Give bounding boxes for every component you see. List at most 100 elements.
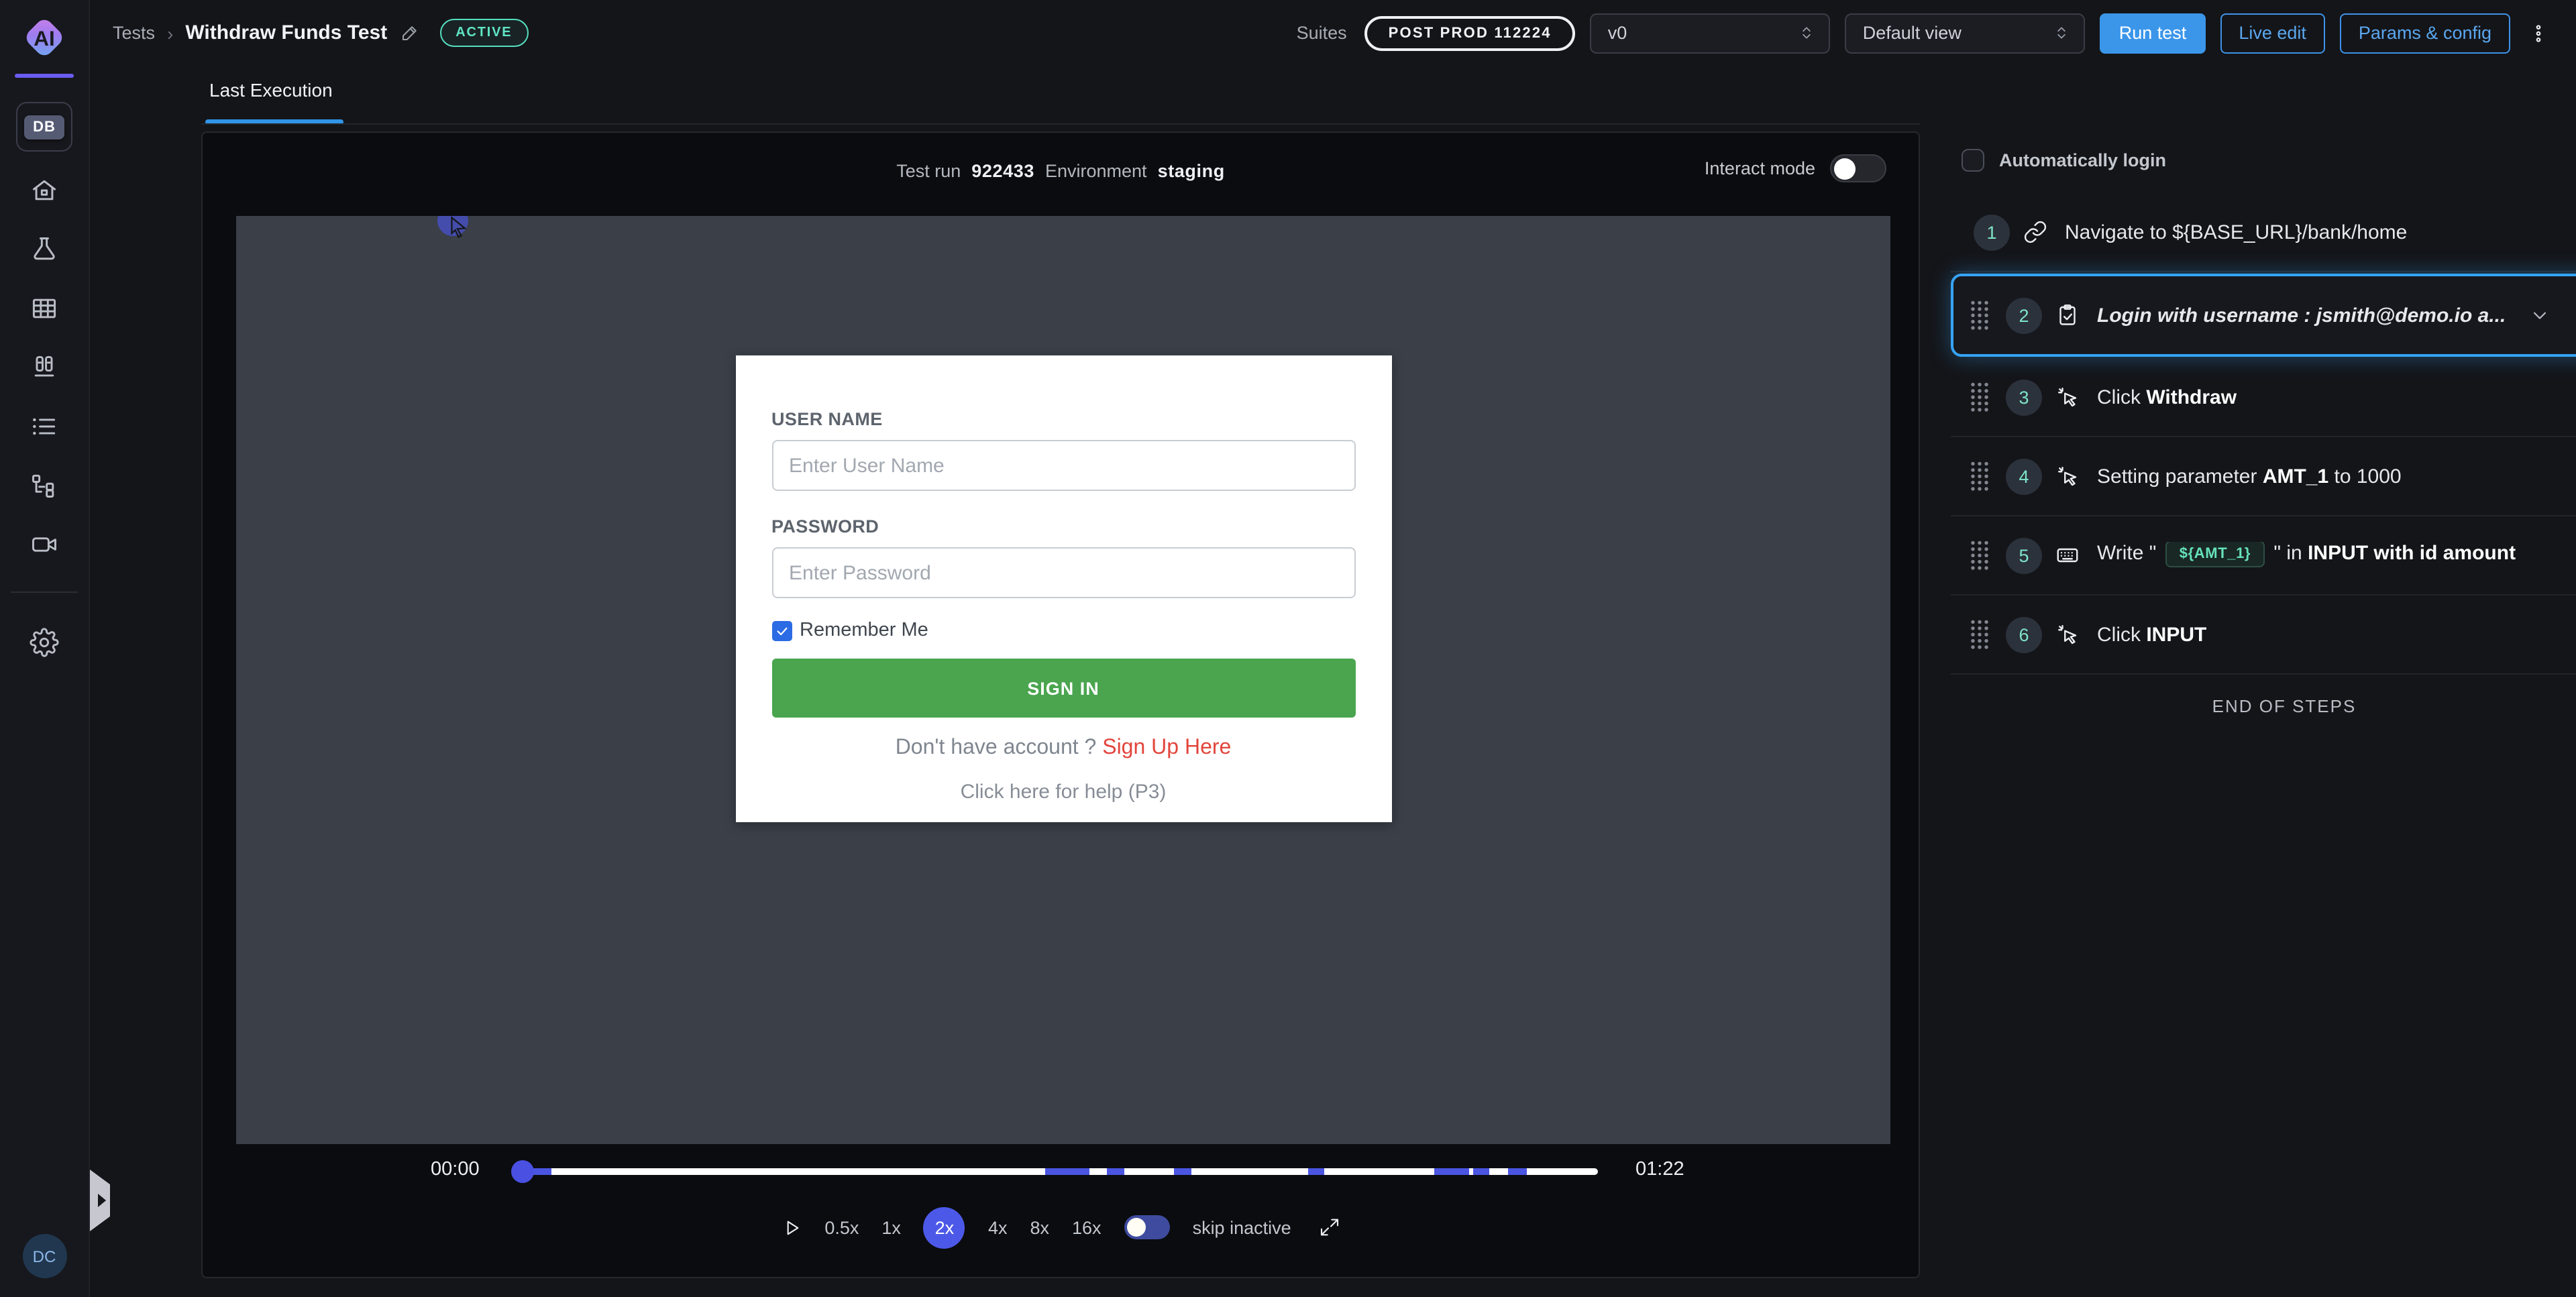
edit-title-pencil-icon[interactable] bbox=[399, 23, 419, 43]
toggle-knob bbox=[1127, 1218, 1146, 1237]
svg-text:AI: AI bbox=[34, 26, 55, 50]
list-icon bbox=[30, 425, 59, 445]
execution-player: Test run 922433 Environment staging Inte… bbox=[201, 131, 1920, 1278]
fullscreen-icon[interactable] bbox=[1320, 1217, 1341, 1238]
keyboard-icon bbox=[2055, 543, 2080, 567]
remember-me-checkbox[interactable] bbox=[771, 620, 792, 640]
step-number: 5 bbox=[2006, 537, 2042, 573]
automatically-login-checkbox[interactable] bbox=[1962, 148, 1984, 171]
step-text: Login with username : jsmith@demo.io a..… bbox=[2097, 304, 2506, 327]
step-number: 2 bbox=[2006, 297, 2042, 333]
activity-segment bbox=[1434, 1168, 1469, 1175]
skip-inactive-label: skip inactive bbox=[1193, 1217, 1291, 1237]
scrubber-track[interactable] bbox=[515, 1168, 1598, 1175]
activity-segment bbox=[1046, 1168, 1089, 1175]
speed-option-16x[interactable]: 16x bbox=[1072, 1217, 1102, 1237]
view-select[interactable]: Default view bbox=[1845, 13, 2086, 53]
password-label: PASSWORD bbox=[771, 516, 1355, 537]
step-row[interactable]: 4 Setting parameter AMT_1 to 1000 bbox=[1951, 437, 2576, 516]
updown-chevron-icon bbox=[2053, 24, 2071, 42]
sidebar-item-home[interactable] bbox=[30, 176, 59, 205]
drag-handle-icon[interactable] bbox=[1968, 299, 1991, 331]
topbar-actions: Suites POST PROD 112224 v0 Default view … bbox=[1297, 13, 2549, 53]
interact-mode-control: Interact mode bbox=[1705, 154, 1886, 182]
bank-login-card: USER NAME PASSWORD Remember Me SIGN IN D… bbox=[735, 355, 1391, 822]
step-row[interactable]: 6 Click INPUT bbox=[1951, 596, 2576, 675]
steps-list: 1 Navigate to ${BASE_URL}/bank/home 2 Lo… bbox=[1951, 193, 2576, 675]
sidebar-item-results-list[interactable] bbox=[30, 412, 59, 441]
play-icon[interactable] bbox=[780, 1216, 802, 1239]
workspace-badge: DB bbox=[23, 115, 65, 139]
sign-up-link[interactable]: Sign Up Here bbox=[1102, 736, 1231, 759]
speed-option-8x[interactable]: 8x bbox=[1030, 1217, 1049, 1237]
sidebar-item-tests[interactable] bbox=[30, 235, 59, 264]
user-avatar[interactable]: DC bbox=[22, 1234, 66, 1278]
sidebar-item-recordings[interactable] bbox=[30, 530, 59, 559]
version-select-value: v0 bbox=[1608, 23, 1627, 43]
sidebar-item-flows[interactable] bbox=[30, 471, 59, 500]
steps-panel: Automatically login 1 Navigate to ${BASE… bbox=[1951, 131, 2576, 736]
page-title: Withdraw Funds Test bbox=[185, 21, 387, 44]
activity-segment bbox=[1508, 1168, 1526, 1175]
username-label: USER NAME bbox=[771, 409, 1355, 429]
gear-icon bbox=[30, 641, 59, 661]
step-row[interactable]: 2 Login with username : jsmith@demo.io a… bbox=[1951, 274, 2576, 357]
step-text: Write " ${AMT_1} " in INPUT with id amou… bbox=[2097, 542, 2516, 569]
breadcrumb-tests-link[interactable]: Tests bbox=[113, 23, 155, 43]
sidebar-item-suites[interactable] bbox=[30, 294, 59, 323]
scrubber-knob[interactable] bbox=[511, 1160, 534, 1183]
skip-inactive-toggle[interactable] bbox=[1124, 1215, 1170, 1239]
username-input[interactable] bbox=[771, 440, 1355, 491]
step-number: 3 bbox=[2006, 379, 2042, 415]
live-edit-button[interactable]: Live edit bbox=[2220, 13, 2325, 53]
more-options-kebab-icon[interactable] bbox=[2528, 21, 2549, 45]
params-config-button[interactable]: Params & config bbox=[2340, 13, 2510, 53]
time-total: 01:22 bbox=[1635, 1159, 1684, 1180]
step-row[interactable]: 5 Write " ${AMT_1} " in INPUT with id am… bbox=[1951, 516, 2576, 596]
cursor-click-icon bbox=[2055, 385, 2080, 409]
test-run-id: 922433 bbox=[971, 161, 1034, 181]
help-link[interactable]: Click here for help (P3) bbox=[771, 781, 1355, 803]
speed-option-2x[interactable]: 2x bbox=[924, 1206, 965, 1248]
interact-mode-label: Interact mode bbox=[1705, 158, 1815, 178]
step-text: Setting parameter AMT_1 to 1000 bbox=[2097, 465, 2402, 488]
app-logo-icon[interactable]: AI bbox=[20, 13, 68, 66]
drag-handle-icon[interactable] bbox=[1968, 539, 1991, 571]
remember-me-label: Remember Me bbox=[800, 620, 928, 641]
sign-in-button[interactable]: SIGN IN bbox=[771, 659, 1355, 718]
playback-controls: 0.5x 1x 2x 4x 8x 16x skip inactive bbox=[203, 1203, 1919, 1251]
step-row[interactable]: 3 Click Withdraw bbox=[1951, 358, 2576, 437]
drag-handle-icon[interactable] bbox=[1968, 381, 1991, 413]
password-input[interactable] bbox=[771, 547, 1355, 598]
drag-handle-icon[interactable] bbox=[1968, 618, 1991, 651]
recorded-cursor-icon bbox=[437, 216, 472, 245]
suite-pill-button[interactable]: POST PROD 112224 bbox=[1364, 15, 1576, 50]
speed-option-4x[interactable]: 4x bbox=[988, 1217, 1008, 1237]
step-text: Navigate to ${BASE_URL}/bank/home bbox=[2065, 221, 2407, 243]
collapse-arrow-icon bbox=[97, 1194, 105, 1207]
drag-handle-icon[interactable] bbox=[1968, 460, 1991, 492]
environment-label: Environment bbox=[1045, 161, 1147, 181]
sidebar-nav bbox=[30, 176, 59, 559]
tab-last-execution[interactable]: Last Execution bbox=[209, 79, 333, 101]
version-select[interactable]: v0 bbox=[1591, 13, 1831, 53]
video-camera-icon bbox=[30, 543, 59, 563]
activity-segment bbox=[1175, 1168, 1191, 1175]
speed-option-0.5x[interactable]: 0.5x bbox=[824, 1217, 859, 1237]
test-run-label: Test run bbox=[896, 161, 961, 181]
sidebar-item-settings[interactable] bbox=[30, 628, 59, 657]
chevron-down-icon[interactable] bbox=[2529, 304, 2551, 326]
sidebar-divider bbox=[11, 591, 78, 593]
breadcrumb: Tests › Withdraw Funds Test ACTIVE bbox=[113, 19, 528, 47]
workspace-switcher[interactable]: DB bbox=[16, 102, 72, 152]
speed-option-1x[interactable]: 1x bbox=[881, 1217, 901, 1237]
run-test-button[interactable]: Run test bbox=[2100, 13, 2206, 53]
interact-mode-toggle[interactable] bbox=[1830, 154, 1886, 182]
step-row[interactable]: 1 Navigate to ${BASE_URL}/bank/home bbox=[1951, 193, 2576, 272]
logo-underline bbox=[15, 74, 74, 78]
video-frame[interactable]: Digital Bank USER NAME PASSWORD Remember… bbox=[236, 216, 1890, 1144]
tab-divider bbox=[201, 123, 1920, 124]
sidebar-item-test-runs[interactable] bbox=[30, 353, 59, 382]
sidebar: AI DB DC bbox=[0, 0, 90, 1297]
grid-icon bbox=[30, 307, 59, 327]
